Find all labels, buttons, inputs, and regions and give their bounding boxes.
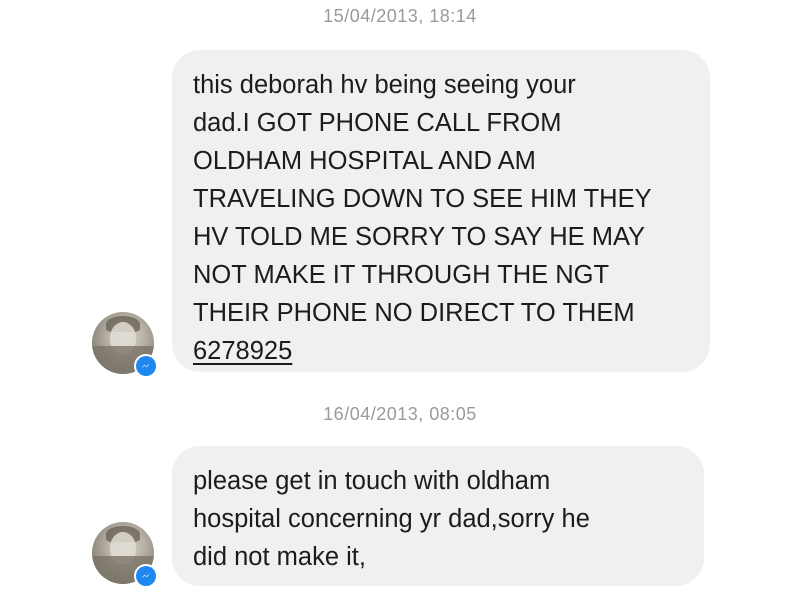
message-text-line: this deborah hv being seeing your bbox=[193, 71, 576, 99]
message-text-line: dad.I GOT PHONE CALL FROM bbox=[193, 109, 562, 137]
avatar[interactable] bbox=[92, 522, 158, 588]
message-bubble[interactable]: this deborah hv being seeing your dad.I … bbox=[172, 50, 710, 372]
message-text-line: HV TOLD ME SORRY TO SAY HE MAY bbox=[193, 223, 646, 251]
message-text-line: OLDHAM HOSPITAL AND AM bbox=[193, 147, 536, 175]
message-text-line: did not make it, bbox=[193, 543, 366, 571]
message-timestamp: 15/04/2013, 18:14 bbox=[323, 6, 477, 26]
message-text-line: TRAVELING DOWN TO SEE HIM THEY bbox=[193, 185, 652, 213]
message-timestamp: 16/04/2013, 08:05 bbox=[323, 404, 477, 424]
messenger-icon bbox=[134, 354, 158, 378]
message-text-line: THEIR PHONE NO DIRECT TO THEM bbox=[193, 299, 635, 327]
chat-thread: 15/04/2013, 18:14 this deborah hv being … bbox=[0, 0, 800, 600]
avatar[interactable] bbox=[92, 312, 158, 378]
message-bubble[interactable]: please get in touch with oldham hospital… bbox=[172, 446, 704, 586]
message-text-line: NOT MAKE IT THROUGH THE NGT bbox=[193, 261, 610, 289]
message-text-line: please get in touch with oldham bbox=[193, 467, 551, 495]
messenger-icon bbox=[134, 564, 158, 588]
phone-number-link[interactable]: 6278925 bbox=[193, 337, 292, 365]
message-text-line: hospital concerning yr dad,sorry he bbox=[193, 505, 590, 533]
